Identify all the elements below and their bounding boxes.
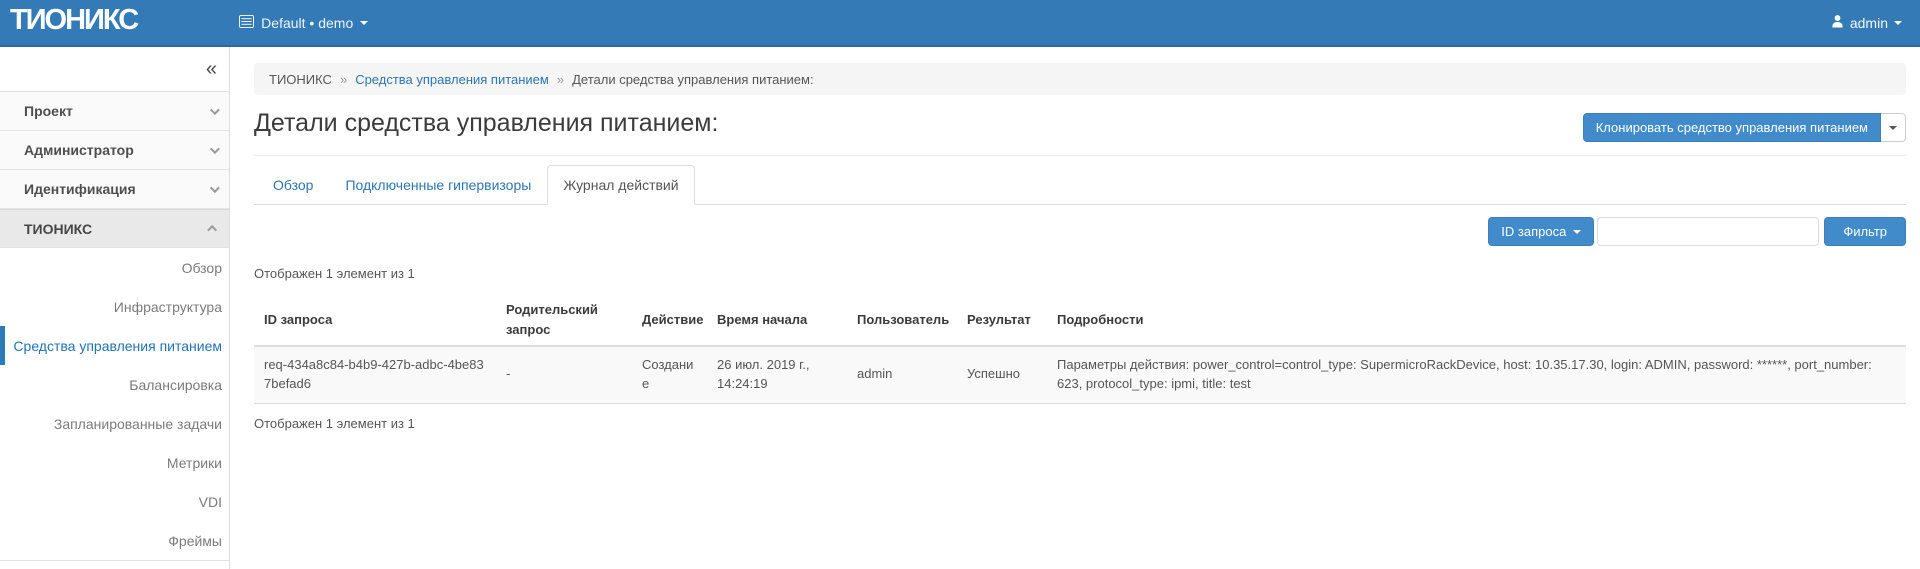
chevron-down-icon bbox=[210, 105, 220, 115]
clone-power-tool-button[interactable]: Клонировать средство управления питанием bbox=[1583, 113, 1881, 142]
caret-down-icon bbox=[1894, 21, 1902, 25]
tab-connected-hypervisors[interactable]: Подключенные гипервизоры bbox=[329, 165, 547, 205]
sidebar-section-label: ТИОНИКС bbox=[24, 221, 92, 237]
sidebar-section-admin[interactable]: Администратор bbox=[0, 131, 229, 170]
user-menu[interactable]: admin bbox=[1831, 14, 1902, 31]
sidebar-item-vdi[interactable]: VDI bbox=[0, 482, 229, 521]
column-header-request-id: ID запроса bbox=[254, 294, 496, 346]
table-header-row: ID запроса Родительский запрос Действие … bbox=[254, 294, 1906, 346]
cell-start-time: 26 июл. 2019 г., 14:24:19 bbox=[707, 346, 847, 403]
chevron-up-icon bbox=[207, 225, 217, 235]
caret-down-icon bbox=[1889, 126, 1897, 130]
column-header-user: Пользователь bbox=[847, 294, 957, 346]
filter-input[interactable] bbox=[1597, 217, 1819, 246]
table-row: req-434a8c84-b4b9-427b-adbc-4be837befad6… bbox=[254, 346, 1906, 403]
breadcrumb-item-tionix: ТИОНИКС bbox=[269, 72, 332, 87]
tionix-logo: ТИОНИКС bbox=[0, 4, 151, 41]
caret-down-icon bbox=[360, 21, 368, 25]
caret-down-icon bbox=[1573, 230, 1581, 234]
sidebar-submenu: Обзор Инфраструктура Средства управления… bbox=[0, 248, 229, 561]
sidebar-item-frames[interactable]: Фреймы bbox=[0, 521, 229, 560]
column-header-start-time: Время начала bbox=[707, 294, 847, 346]
sidebar-item-scheduled-tasks[interactable]: Запланированные задачи bbox=[0, 404, 229, 443]
breadcrumb-item-details: Детали средства управления питанием: bbox=[572, 72, 814, 87]
tab-action-log[interactable]: Журнал действий bbox=[547, 165, 694, 205]
breadcrumb-separator: » bbox=[557, 72, 564, 87]
sidebar-item-balancing[interactable]: Балансировка bbox=[0, 365, 229, 404]
filter-toolbar: ID запроса Фильтр bbox=[254, 217, 1906, 246]
table-count-caption-bottom: Отображен 1 элемент из 1 bbox=[254, 416, 1906, 431]
filter-field-label: ID запроса bbox=[1501, 224, 1566, 239]
sidebar-section-label: Идентификация bbox=[24, 181, 136, 197]
page-title: Детали средства управления питанием: bbox=[254, 108, 718, 138]
sidebar: « Проект Администратор Идентификация ТИО… bbox=[0, 47, 230, 569]
chevron-down-icon bbox=[210, 144, 220, 154]
sidebar-header: « bbox=[0, 47, 229, 92]
breadcrumb-link-power-management[interactable]: Средства управления питанием bbox=[355, 72, 549, 87]
clone-dropdown-toggle-button[interactable] bbox=[1881, 113, 1906, 142]
column-header-result: Результат bbox=[957, 294, 1047, 346]
column-header-details: Подробности bbox=[1047, 294, 1906, 346]
tab-bar: Обзор Подключенные гипервизоры Журнал де… bbox=[254, 165, 1906, 205]
sidebar-section-project[interactable]: Проект bbox=[0, 92, 229, 131]
filter-field-dropdown[interactable]: ID запроса bbox=[1488, 217, 1594, 246]
breadcrumb-separator: » bbox=[340, 72, 347, 87]
chevron-down-icon bbox=[210, 183, 220, 193]
user-icon bbox=[1831, 14, 1844, 31]
cell-details: Параметры действия: power_control=contro… bbox=[1047, 346, 1906, 403]
column-header-parent-request: Родительский запрос bbox=[496, 294, 632, 346]
sidebar-collapse-icon[interactable]: « bbox=[206, 59, 217, 79]
tab-overview[interactable]: Обзор bbox=[257, 165, 329, 205]
project-selector[interactable]: Default • demo bbox=[239, 15, 368, 31]
top-navbar: ТИОНИКС Default • demo admin bbox=[0, 0, 1920, 47]
sidebar-section-label: Администратор bbox=[24, 142, 134, 158]
column-header-action: Действие bbox=[632, 294, 707, 346]
cell-action: Создание bbox=[632, 346, 707, 403]
sidebar-item-metrics[interactable]: Метрики bbox=[0, 443, 229, 482]
page-header: Детали средства управления питанием: Кло… bbox=[254, 108, 1906, 156]
user-menu-label: admin bbox=[1850, 15, 1888, 31]
action-log-table: ID запроса Родительский запрос Действие … bbox=[254, 294, 1906, 404]
project-selector-label: Default • demo bbox=[261, 15, 353, 31]
sidebar-item-overview[interactable]: Обзор bbox=[0, 248, 229, 287]
grid-icon bbox=[239, 15, 254, 31]
cell-result: Успешно bbox=[957, 346, 1047, 403]
table-count-caption: Отображен 1 элемент из 1 bbox=[254, 266, 1906, 281]
sidebar-item-power-management[interactable]: Средства управления питанием bbox=[0, 326, 229, 365]
breadcrumb: ТИОНИКС » Средства управления питанием »… bbox=[254, 63, 1906, 95]
sidebar-section-label: Проект bbox=[24, 103, 73, 119]
cell-parent-request: - bbox=[496, 346, 632, 403]
page-actions: Клонировать средство управления питанием bbox=[1583, 113, 1906, 142]
sidebar-item-infrastructure[interactable]: Инфраструктура bbox=[0, 287, 229, 326]
main-content: ТИОНИКС » Средства управления питанием »… bbox=[230, 47, 1920, 569]
cell-request-id: req-434a8c84-b4b9-427b-adbc-4be837befad6 bbox=[254, 346, 496, 403]
cell-user: admin bbox=[847, 346, 957, 403]
filter-submit-button[interactable]: Фильтр bbox=[1824, 217, 1906, 246]
sidebar-section-identity[interactable]: Идентификация bbox=[0, 170, 229, 209]
sidebar-section-tionix[interactable]: ТИОНИКС bbox=[0, 209, 229, 248]
